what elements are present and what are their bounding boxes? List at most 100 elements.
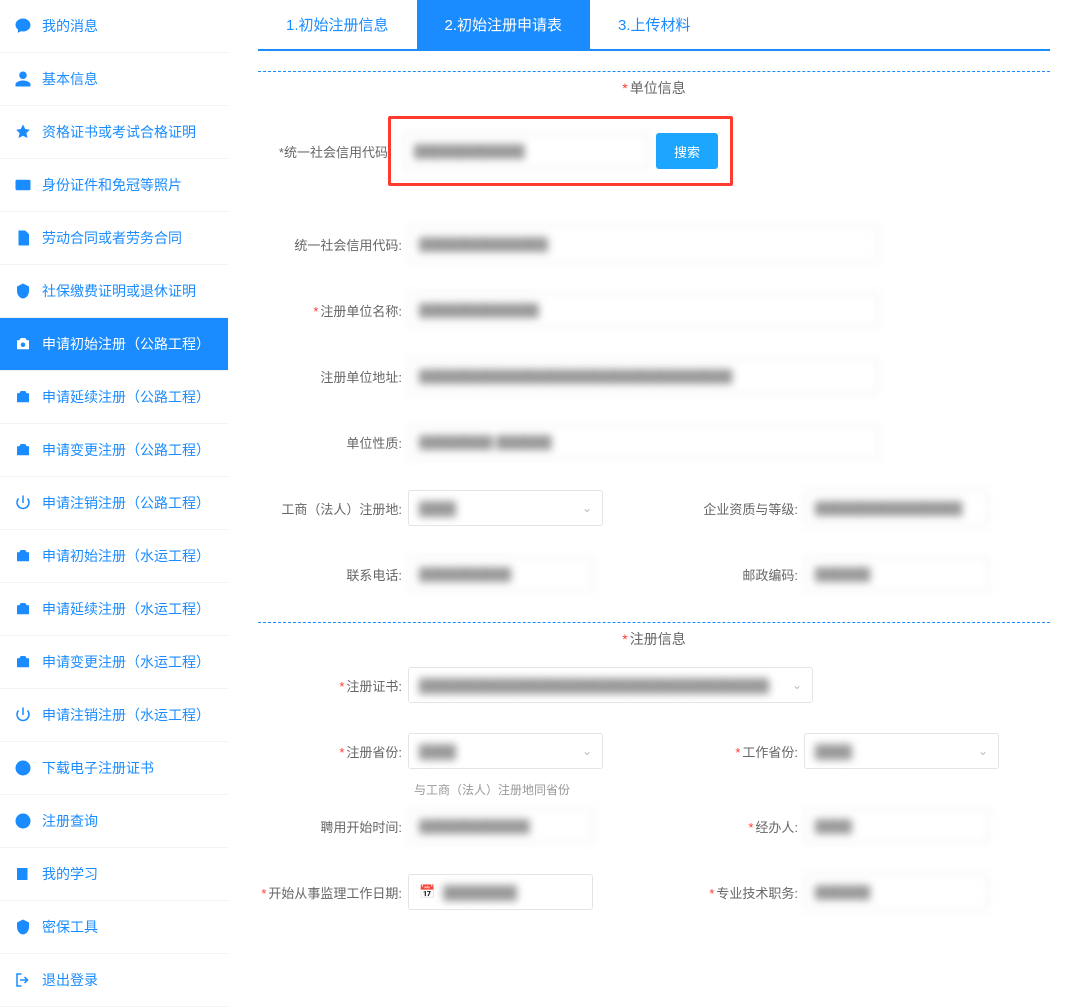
unit-name-input[interactable]	[408, 292, 878, 328]
credit-code-search-input[interactable]	[403, 133, 648, 169]
sidebar-item-label: 申请延续注册（公路工程）	[42, 387, 210, 407]
sidebar-item-qualification-cert[interactable]: 资格证书或考试合格证明	[0, 106, 228, 159]
qual-level-label: 企业资质与等级:	[654, 499, 804, 518]
reg-province-label: *注册省份:	[258, 742, 408, 761]
sidebar-item-initial-reg-road[interactable]: 申请初始注册（公路工程）	[0, 318, 228, 371]
sidebar-item-label: 申请初始注册（公路工程）	[42, 334, 210, 354]
power-icon	[14, 494, 32, 512]
camera-icon	[14, 335, 32, 353]
sidebar-item-label: 资格证书或考试合格证明	[42, 122, 196, 142]
sidebar-item-basic-info[interactable]: 基本信息	[0, 53, 228, 106]
sidebar: 我的消息 基本信息 资格证书或考试合格证明 身份证件和免冠等照片 劳动合同或者劳…	[0, 0, 228, 1007]
sidebar-item-label: 社保缴费证明或退休证明	[42, 281, 196, 301]
phone-input[interactable]	[408, 556, 593, 592]
credit-code-search-row: *统一社会信用代码 搜索	[258, 116, 1050, 186]
check-icon	[14, 918, 32, 936]
chevron-down-icon: ⌄	[792, 678, 802, 692]
sidebar-item-label: 退出登录	[42, 970, 98, 990]
sidebar-item-label: 申请延续注册（水运工程）	[42, 599, 210, 619]
qual-level-input[interactable]	[804, 490, 989, 526]
unit-type-input[interactable]	[408, 424, 878, 460]
sidebar-item-label: 我的学习	[42, 864, 98, 884]
sidebar-item-download-cert[interactable]: 下载电子注册证书	[0, 742, 228, 795]
search-button[interactable]: 搜索	[656, 133, 718, 169]
reg-province-select[interactable]: ████ ⌄	[408, 733, 603, 769]
tech-title-label: *专业技术职务:	[654, 883, 804, 902]
sidebar-item-change-reg-water[interactable]: 申请变更注册（水运工程）	[0, 636, 228, 689]
chevron-down-icon: ⌄	[582, 501, 592, 515]
sidebar-item-initial-reg-water[interactable]: 申请初始注册（水运工程）	[0, 530, 228, 583]
start-date-label: *开始从事监理工作日期:	[258, 883, 408, 902]
chat-icon	[14, 17, 32, 35]
sidebar-item-label: 申请注销注册（水运工程）	[42, 705, 210, 725]
sidebar-item-label: 我的消息	[42, 16, 98, 36]
sidebar-item-change-reg-road[interactable]: 申请变更注册（公路工程）	[0, 424, 228, 477]
start-date-input[interactable]: 📅 ████████	[408, 874, 593, 910]
credit-code-search-box: 搜索	[388, 116, 733, 186]
sidebar-item-label: 密保工具	[42, 917, 98, 937]
sidebar-item-id-photo[interactable]: 身份证件和免冠等照片	[0, 159, 228, 212]
sidebar-item-label: 申请变更注册（公路工程）	[42, 440, 210, 460]
sidebar-item-my-messages[interactable]: 我的消息	[0, 0, 228, 53]
sidebar-item-label: 基本信息	[42, 69, 98, 89]
sidebar-item-label: 下载电子注册证书	[42, 758, 154, 778]
sidebar-item-logout[interactable]: 退出登录	[0, 954, 228, 1007]
biz-reg-label: 工商（法人）注册地:	[258, 499, 408, 518]
sidebar-item-my-study[interactable]: 我的学习	[0, 848, 228, 901]
postal-label: 邮政编码:	[654, 565, 804, 584]
badge-icon	[14, 123, 32, 141]
sidebar-item-label: 申请初始注册（水运工程）	[42, 546, 210, 566]
camera-icon	[14, 600, 32, 618]
handler-label: *经办人:	[654, 817, 804, 836]
chevron-down-icon: ⌄	[582, 744, 592, 758]
reg-province-hint: 与工商（法人）注册地同省份	[414, 781, 1050, 798]
camera-icon	[14, 547, 32, 565]
chevron-down-icon: ⌄	[978, 744, 988, 758]
camera-icon	[14, 441, 32, 459]
credit-code-input[interactable]	[408, 226, 878, 262]
camera-icon	[14, 653, 32, 671]
tech-title-input[interactable]	[804, 874, 989, 910]
logout-icon	[14, 971, 32, 989]
camera-icon	[14, 388, 32, 406]
sidebar-item-label: 劳动合同或者劳务合同	[42, 228, 182, 248]
work-province-label: *工作省份:	[654, 742, 804, 761]
sidebar-item-cancel-reg-water[interactable]: 申请注销注册（水运工程）	[0, 689, 228, 742]
sidebar-item-cancel-reg-road[interactable]: 申请注销注册（公路工程）	[0, 477, 228, 530]
sidebar-item-label: 申请变更注册（水运工程）	[42, 652, 210, 672]
book-icon	[14, 865, 32, 883]
unit-type-label: 单位性质:	[258, 433, 408, 452]
tab-initial-reg-info[interactable]: 1.初始注册信息	[258, 0, 417, 49]
sidebar-item-label: 身份证件和免冠等照片	[42, 175, 182, 195]
sidebar-item-label: 注册查询	[42, 811, 98, 831]
biz-reg-select[interactable]: ████ ⌄	[408, 490, 603, 526]
tab-upload-materials[interactable]: 3.上传材料	[590, 0, 719, 49]
cert-label: *注册证书:	[258, 676, 408, 695]
chat-icon	[14, 812, 32, 830]
hire-start-label: 聘用开始时间:	[258, 817, 408, 836]
user-icon	[14, 70, 32, 88]
chat-icon	[14, 759, 32, 777]
credit-code-search-label: *统一社会信用代码	[258, 142, 388, 161]
sidebar-item-renew-reg-road[interactable]: 申请延续注册（公路工程）	[0, 371, 228, 424]
unit-addr-input[interactable]	[408, 358, 878, 394]
sidebar-item-renew-reg-water[interactable]: 申请延续注册（水运工程）	[0, 583, 228, 636]
shield-icon	[14, 282, 32, 300]
sidebar-item-security-tool[interactable]: 密保工具	[0, 901, 228, 954]
calendar-icon: 📅	[419, 884, 435, 900]
tab-initial-reg-form[interactable]: 2.初始注册申请表	[417, 0, 591, 49]
power-icon	[14, 706, 32, 724]
cert-select[interactable]: ██████████████████████████████████████ ⌄	[408, 667, 813, 703]
hire-start-input[interactable]	[408, 808, 593, 844]
unit-addr-label: 注册单位地址:	[258, 367, 408, 386]
work-province-select[interactable]: ████ ⌄	[804, 733, 999, 769]
postal-input[interactable]	[804, 556, 989, 592]
sidebar-item-reg-query[interactable]: 注册查询	[0, 795, 228, 848]
sidebar-item-social-security[interactable]: 社保缴费证明或退休证明	[0, 265, 228, 318]
file-icon	[14, 229, 32, 247]
unit-name-label: *注册单位名称:	[258, 301, 408, 320]
sidebar-item-label: 申请注销注册（公路工程）	[42, 493, 210, 513]
section-title-reg-info: *注册信息	[258, 622, 1050, 667]
handler-input[interactable]	[804, 808, 989, 844]
sidebar-item-labor-contract[interactable]: 劳动合同或者劳务合同	[0, 212, 228, 265]
